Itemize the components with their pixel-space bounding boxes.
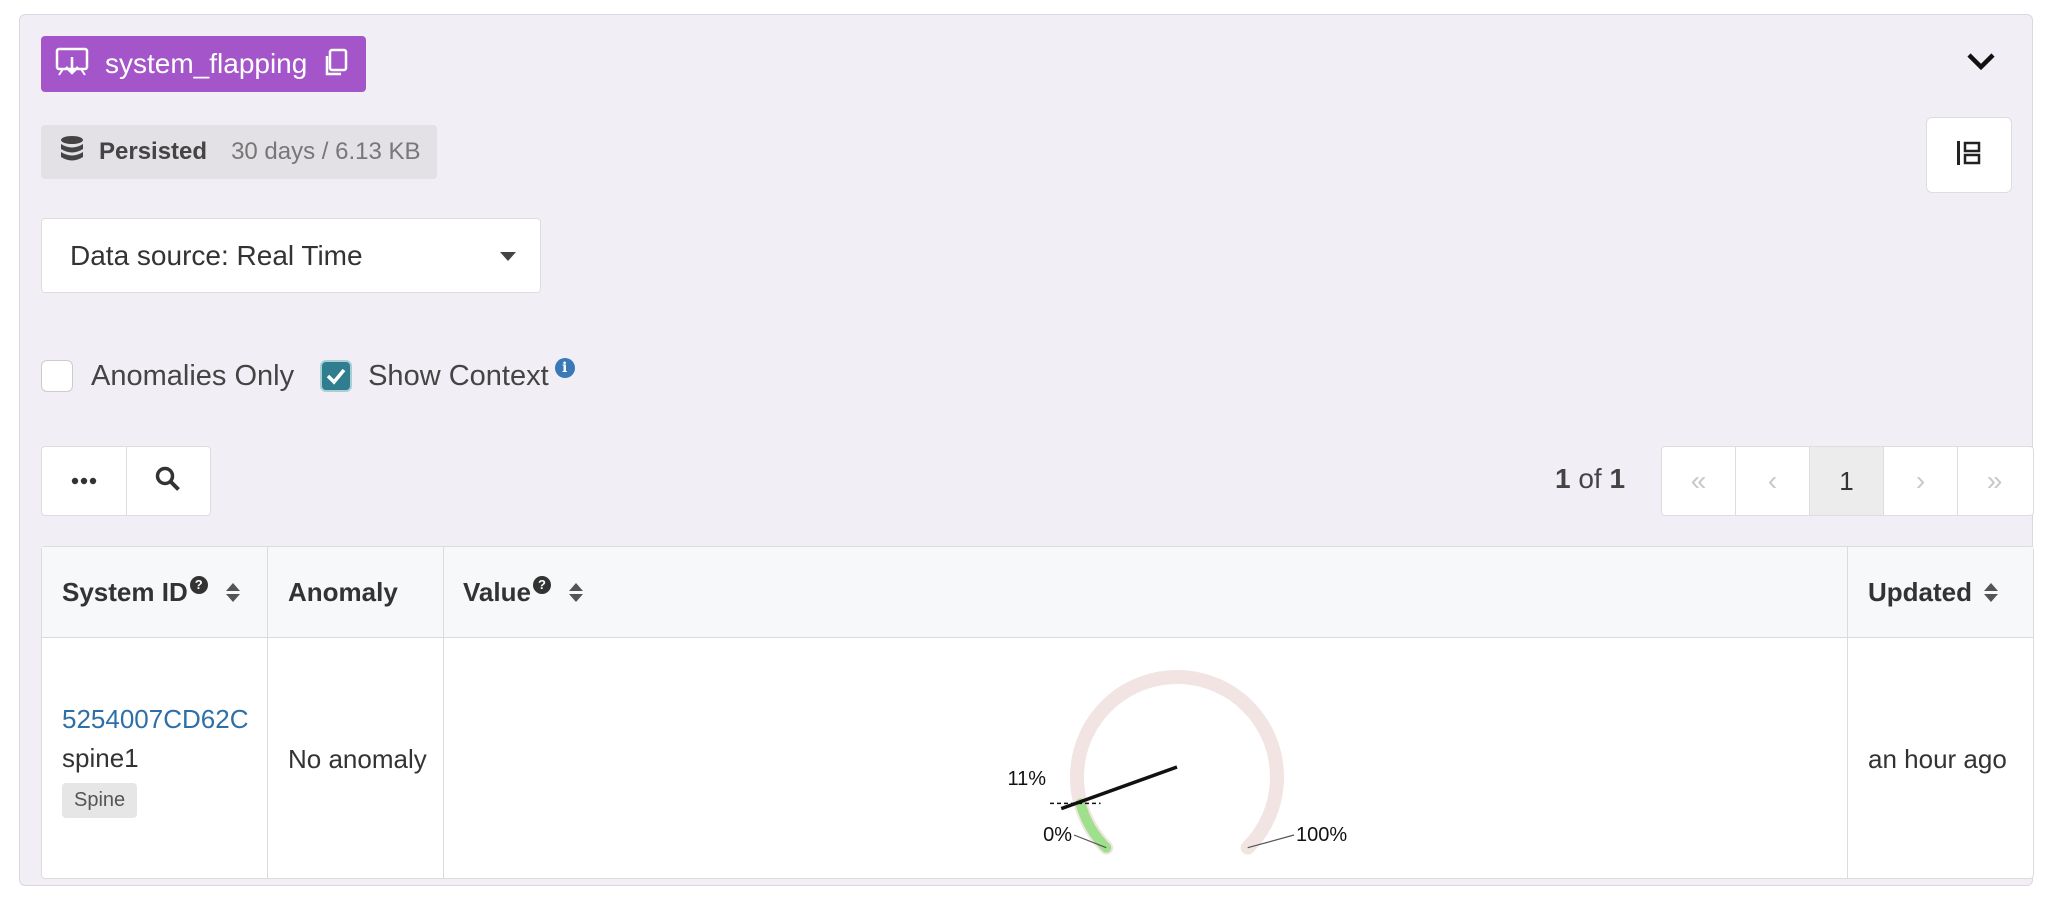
value-gauge: 11% 0% 100%	[1007, 670, 1347, 855]
probe-name-tag[interactable]: system_flapping	[41, 36, 366, 92]
filter-checkboxes: Anomalies Only Show Context i	[41, 356, 575, 396]
page-of-label: of	[1578, 463, 1602, 494]
more-options-button[interactable]	[42, 447, 126, 515]
anomaly-cell: No anomaly	[288, 744, 427, 774]
probe-stage-icon	[55, 47, 89, 82]
chevron-down-icon	[500, 252, 516, 261]
show-context-label[interactable]: Show Context	[368, 360, 549, 393]
data-source-select[interactable]: Data source: Real Time	[41, 218, 541, 293]
gauge-min-label: 0%	[1043, 824, 1072, 846]
role-tag: Spine	[62, 783, 138, 818]
column-value[interactable]: Value ?	[463, 575, 583, 608]
gauge-track	[1070, 670, 1284, 855]
sort-icon[interactable]	[225, 583, 240, 602]
persistence-badge: Persisted 30 days / 6.13 KB	[41, 125, 437, 179]
anomalies-only-checkbox[interactable]	[41, 360, 73, 392]
search-icon	[155, 466, 181, 497]
column-value-label: Value	[463, 577, 531, 607]
gauge-max-label: 100%	[1296, 824, 1347, 846]
double-chevron-left-icon: «	[1690, 465, 1707, 496]
page-total: 1	[1609, 463, 1626, 494]
data-source-label: Data source: Real Time	[70, 239, 363, 271]
info-icon[interactable]: i	[554, 358, 575, 378]
copy-icon[interactable]	[322, 48, 348, 83]
page-count: 1 of 1	[1555, 463, 1625, 495]
results-table: System ID ? Anomaly Value ? Updated 5254…	[41, 546, 2034, 879]
persistence-detail: 30 days / 6.13 KB	[231, 138, 421, 165]
prev-page-button[interactable]: ‹	[1735, 447, 1809, 515]
system-id-link[interactable]: 5254007CD62C	[62, 704, 248, 735]
gauge-threshold-label: 11%	[1007, 768, 1046, 790]
column-system-id[interactable]: System ID ?	[62, 575, 240, 608]
column-updated-label: Updated	[1868, 577, 1972, 607]
column-updated[interactable]: Updated	[1868, 577, 1998, 608]
search-button[interactable]	[125, 447, 211, 515]
database-icon	[59, 134, 85, 171]
next-page-button[interactable]: ›	[1883, 447, 1957, 515]
last-page-button[interactable]: »	[1957, 447, 2031, 515]
page-button[interactable]: 1	[1809, 447, 1883, 515]
ellipsis-icon	[71, 472, 97, 490]
table-row: 5254007CD62C spine1 Spine	[62, 704, 248, 818]
column-system-id-label: System ID	[62, 577, 188, 607]
column-anomaly-label: Anomaly	[288, 577, 398, 607]
chevron-right-icon: ›	[1915, 465, 1926, 496]
chevron-left-icon: ‹	[1767, 465, 1778, 496]
help-icon[interactable]: ?	[532, 575, 551, 594]
first-page-button[interactable]: «	[1662, 447, 1735, 515]
collapse-chevron-icon[interactable]	[1966, 51, 1996, 76]
double-chevron-right-icon: »	[1986, 465, 2003, 496]
updated-cell: an hour ago	[1868, 744, 2007, 774]
pagination: « ‹ 1 › »	[1661, 446, 2034, 516]
persistence-label: Persisted	[99, 138, 208, 165]
sort-icon[interactable]	[568, 583, 583, 602]
probe-name-label: system_flapping	[105, 48, 308, 79]
anomalies-only-label[interactable]: Anomalies Only	[91, 360, 294, 393]
layout-toggle-button[interactable]	[1926, 117, 2012, 193]
checkmark-icon	[326, 368, 346, 385]
sort-icon[interactable]	[1984, 583, 1998, 602]
probe-panel: system_flapping Persisted 30 days / 6.13…	[19, 14, 2034, 886]
help-icon[interactable]: ?	[189, 575, 208, 594]
layout-icon	[1955, 139, 1983, 172]
page-current: 1	[1555, 463, 1571, 494]
hostname: spine1	[62, 743, 139, 773]
column-anomaly: Anomaly	[288, 577, 398, 608]
table-toolbar	[41, 446, 211, 516]
show-context-checkbox[interactable]	[320, 360, 353, 392]
